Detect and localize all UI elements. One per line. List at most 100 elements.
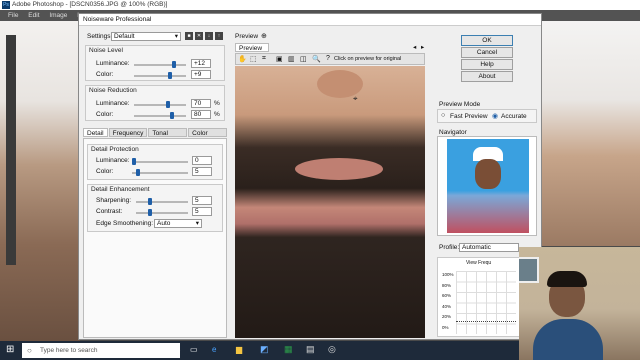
menu-file[interactable]: File xyxy=(8,12,18,19)
nl-luminance-slider[interactable] xyxy=(134,64,186,66)
nl-color-slider[interactable] xyxy=(134,75,186,77)
detail-protection-title: Detail Protection xyxy=(91,146,139,153)
detail-enhancement-group: Detail Enhancement Sharpening: 5 Contras… xyxy=(87,184,223,232)
sharpening-slider[interactable] xyxy=(136,201,188,203)
preview-nav-next-icon[interactable]: ▸ xyxy=(421,43,424,51)
preview-image[interactable]: ⌖ xyxy=(235,66,425,338)
nl-color-field[interactable]: +9 xyxy=(191,70,211,79)
tab-preview-1[interactable]: Preview 1 xyxy=(235,43,269,61)
sharpening-field[interactable]: 5 xyxy=(192,196,212,205)
preview-hint: Click on preview for original xyxy=(334,56,402,62)
menu-image[interactable]: Image xyxy=(49,12,67,19)
calculator-icon[interactable]: ▤ xyxy=(306,344,315,355)
edge-smoothening-select[interactable]: Auto ▾ xyxy=(154,219,202,228)
tab-detail[interactable]: Detail xyxy=(83,128,108,137)
nr-color-label: Color: xyxy=(96,111,114,118)
hand-tool-icon[interactable]: ✋ xyxy=(238,55,247,63)
cursor-icon: ⌖ xyxy=(353,94,358,103)
split-view-icon[interactable]: ▥ xyxy=(288,55,295,63)
chevron-down-icon: ▾ xyxy=(174,33,178,40)
detail-enhancement-title: Detail Enhancement xyxy=(91,186,150,193)
help-button[interactable]: Help xyxy=(461,59,513,70)
accurate-radio[interactable]: ◉ xyxy=(492,112,498,120)
excel-icon[interactable]: ▦ xyxy=(284,344,293,355)
webcam-person-hair xyxy=(547,271,587,287)
nl-luminance-thumb[interactable] xyxy=(172,61,176,68)
graph-grid xyxy=(456,271,516,334)
dp-luminance-slider[interactable] xyxy=(132,161,188,163)
noiseware-dialog: Noiseware Professional Settings: Default… xyxy=(78,13,542,340)
taskbar-search-input[interactable]: ○ Type here to search xyxy=(22,343,180,358)
add-preview-icon[interactable]: ⊕ xyxy=(261,32,267,40)
task-view-icon[interactable]: ▭ xyxy=(190,345,198,354)
tab-tonal-range[interactable]: Tonal Range xyxy=(148,128,188,146)
photoshop-canvas-right xyxy=(540,21,640,246)
contrast-slider[interactable] xyxy=(136,212,188,214)
tick-60: 60% xyxy=(442,293,452,299)
fast-preview-label: Fast Preview xyxy=(450,113,488,120)
single-view-icon[interactable]: ▣ xyxy=(276,55,283,63)
save-preset-icon[interactable]: ■ xyxy=(185,32,193,40)
nr-luminance-slider[interactable] xyxy=(134,104,186,106)
nr-color-slider[interactable] xyxy=(134,115,186,117)
nr-luminance-thumb[interactable] xyxy=(166,101,170,108)
photoshop-taskbar-icon[interactable]: ◩ xyxy=(260,344,269,355)
ok-button[interactable]: OK xyxy=(461,35,513,46)
nr-color-field[interactable]: 80 xyxy=(191,110,211,119)
zoom-tool-icon[interactable]: 🔍 xyxy=(312,55,321,63)
photoshop-titlebar: Ps Adobe Photoshop - [DSCN0356.JPG @ 100… xyxy=(0,0,640,10)
settings-select[interactable]: Default ▾ xyxy=(111,32,181,41)
noise-reduction-title: Noise Reduction xyxy=(89,87,137,94)
chrome-icon[interactable]: ◎ xyxy=(328,344,336,355)
contrast-label: Contrast: xyxy=(96,208,123,215)
dp-luminance-thumb[interactable] xyxy=(132,158,136,165)
navigator-thumbnail[interactable] xyxy=(447,139,529,233)
contrast-thumb[interactable] xyxy=(148,209,152,216)
side-by-side-icon[interactable]: ◫ xyxy=(300,55,307,63)
cancel-button[interactable]: Cancel xyxy=(461,47,513,58)
fast-preview-radio[interactable]: ○ xyxy=(441,112,445,119)
dp-color-field[interactable]: 5 xyxy=(192,167,212,176)
noise-level-group: Noise Level Luminance: +12 Color: +9 xyxy=(85,45,225,81)
file-explorer-icon[interactable]: ▆ xyxy=(236,345,242,354)
nr-color-unit: % xyxy=(214,111,220,118)
dp-color-slider[interactable] xyxy=(132,172,188,174)
tab-color-range[interactable]: Color Range xyxy=(188,128,227,146)
preview-lips xyxy=(295,158,383,180)
toolbox[interactable] xyxy=(6,35,16,265)
windows-start-icon[interactable]: ⊞ xyxy=(6,344,14,355)
import-preset-icon[interactable]: ↓ xyxy=(205,32,213,40)
dp-luminance-field[interactable]: 0 xyxy=(192,156,212,165)
profile-select[interactable]: Automatic xyxy=(459,243,519,252)
tick-100: 100% xyxy=(442,272,454,277)
microphone-icon[interactable]: 🎙 xyxy=(172,345,182,354)
menu-edit[interactable]: Edit xyxy=(28,12,39,19)
nr-color-thumb[interactable] xyxy=(170,112,174,119)
tick-80: 80% xyxy=(442,282,452,288)
photoshop-canvas-left xyxy=(0,21,80,341)
about-button[interactable]: About xyxy=(461,71,513,82)
nr-luminance-field[interactable]: 70 xyxy=(191,99,211,108)
dp-color-thumb[interactable] xyxy=(136,169,140,176)
preview-toolbar: ✋ ⬚ ⌗ ▣ ▥ ◫ 🔍 ? Click on preview for ori… xyxy=(235,53,425,65)
webcam-overlay xyxy=(519,247,640,360)
sharpening-thumb[interactable] xyxy=(148,198,152,205)
delete-preset-icon[interactable]: ✕ xyxy=(195,32,203,40)
accurate-label: Accurate xyxy=(501,113,527,120)
profile-label: Profile: xyxy=(439,244,460,251)
tab-frequency[interactable]: Frequency xyxy=(108,128,148,137)
help-question-icon[interactable]: ? xyxy=(326,55,330,62)
graph-y-ticks: 100% 80% 60% 40% 20% 0% xyxy=(442,270,454,334)
preview-label: Preview xyxy=(235,33,259,40)
nl-color-thumb[interactable] xyxy=(168,72,172,79)
edge-browser-icon[interactable]: e xyxy=(212,345,216,354)
export-preset-icon[interactable]: ↑ xyxy=(215,32,223,40)
marquee-tool-icon[interactable]: ⬚ xyxy=(250,55,257,63)
nl-luminance-field[interactable]: +12 xyxy=(191,59,211,68)
crop-tool-icon[interactable]: ⌗ xyxy=(262,55,266,63)
contrast-field[interactable]: 5 xyxy=(192,207,212,216)
preview-nav-prev-icon[interactable]: ◂ xyxy=(413,43,416,51)
settings-select-value: Default xyxy=(114,33,135,40)
dialog-title: Noiseware Professional xyxy=(79,14,541,26)
dp-color-label: Color: xyxy=(96,168,114,175)
